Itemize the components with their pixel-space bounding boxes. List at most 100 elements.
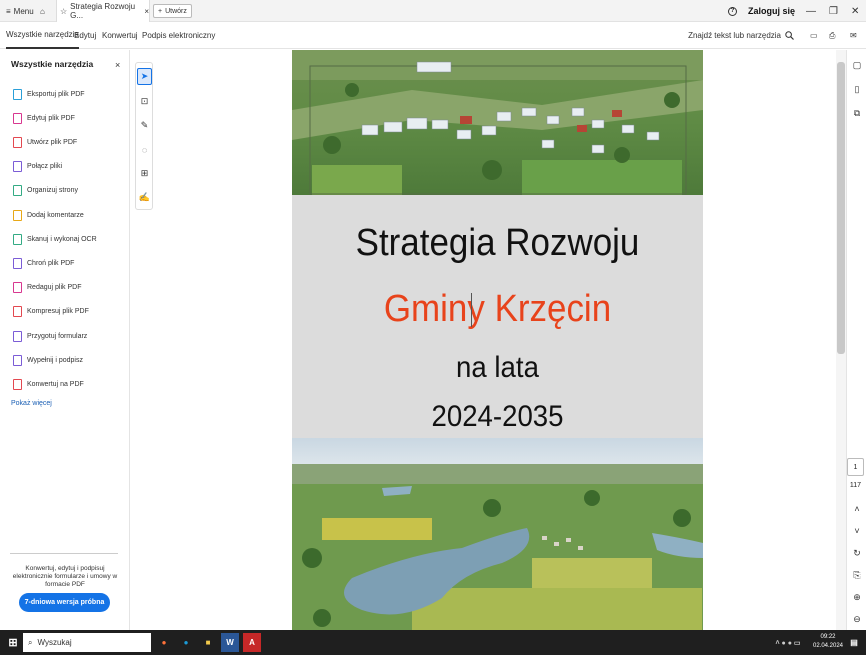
select-cursor-icon[interactable]: ➤ — [137, 68, 152, 85]
trial-button[interactable]: 7-dniowa wersja próbna — [19, 593, 110, 612]
tool-item[interactable]: Dodaj komentarze — [13, 208, 84, 222]
comment-panel-icon[interactable]: ▢ — [850, 58, 864, 72]
search-icon — [785, 31, 794, 40]
firefox-icon[interactable]: ● — [155, 633, 173, 652]
tool-item[interactable]: Wypełnij i podpisz — [13, 353, 83, 367]
fill-sign-icon — [13, 354, 22, 366]
print-icon[interactable]: ⎙ — [829, 22, 835, 49]
find-text-label: Znajdź tekst lub narzędzia — [688, 31, 781, 40]
page-number-input[interactable]: 1 — [847, 458, 864, 476]
restore-button[interactable]: ❐ — [829, 0, 838, 22]
taskbar-search-placeholder: Wyszukaj — [37, 638, 72, 647]
pen-icon[interactable]: ✎ — [137, 117, 152, 134]
menu-label: Menu — [13, 6, 34, 16]
clock[interactable]: 09:22 02.04.2024 — [812, 633, 844, 651]
aerial-village-photo — [292, 50, 703, 195]
document-tab-title: Strategia Rozwoju G... — [70, 2, 136, 20]
tab-all-tools[interactable]: Wszystkie narzędzia — [6, 22, 79, 49]
organize-pages-icon — [13, 185, 22, 197]
quick-tools-rail: ➤ ⊡ ✎ ◌ ⊞ ✍ — [135, 62, 153, 210]
scroll-thumb[interactable] — [837, 62, 845, 354]
zoom-in-icon[interactable]: ⊕ — [850, 590, 864, 604]
tool-item-label: Eksportuj plik PDF — [27, 90, 85, 98]
lasso-icon[interactable]: ◌ — [137, 141, 152, 158]
new-tab-label: Utwórz — [165, 7, 187, 15]
tab-convert[interactable]: Konwertuj — [102, 22, 138, 49]
sign-icon[interactable]: ✍ — [137, 189, 152, 206]
edge-icon[interactable]: ● — [177, 633, 195, 652]
tool-item[interactable]: Połącz pliki — [13, 160, 62, 174]
tool-item[interactable]: Konwertuj na PDF — [13, 377, 84, 391]
tool-item[interactable]: Redaguj plik PDF — [13, 281, 81, 295]
tool-item-label: Edytuj plik PDF — [27, 114, 75, 122]
tab-edit[interactable]: Edytuj — [74, 22, 96, 49]
tool-item[interactable]: Eksportuj plik PDF — [13, 87, 85, 101]
tool-item[interactable]: Chroń plik PDF — [13, 256, 74, 270]
document-years: 2024-2035 — [431, 400, 564, 433]
scan-ocr-icon — [13, 233, 22, 245]
file-explorer-icon[interactable]: ■ — [199, 633, 217, 652]
clock-date: 02.04.2024 — [812, 643, 844, 649]
divider — [10, 553, 118, 554]
menu-button[interactable]: ≡ Menu — [6, 0, 34, 22]
pages-panel-icon[interactable]: ⧉ — [850, 106, 864, 120]
scroll-up-icon[interactable]: ˄ — [850, 502, 864, 516]
page-info-icon[interactable]: ⎘ — [850, 568, 864, 582]
minimize-button[interactable]: — — [806, 0, 816, 22]
tool-item[interactable]: Skanuj i wykonaj OCR — [13, 232, 97, 246]
mail-icon[interactable]: ✉ — [850, 22, 857, 49]
show-more-link[interactable]: Pokaż więcej — [11, 400, 52, 407]
windows-taskbar: ⊞ ⌕ Wyszukaj ● ● ■ W A ˄ ● ● ▭ 09:22 02.… — [0, 630, 866, 655]
search-icon: ⌕ — [28, 637, 33, 647]
home-button[interactable]: ⌂ — [40, 0, 45, 22]
system-tray-icons[interactable]: ˄ ● ● ▭ — [768, 633, 808, 652]
signin-label: Zaloguj się — [748, 6, 796, 16]
acrobat-icon[interactable]: A — [243, 633, 261, 652]
tool-item-label: Chroń plik PDF — [27, 259, 75, 267]
close-tab-icon[interactable]: × — [144, 7, 149, 16]
toolbar: Wszystkie narzędzia Edytuj Konwertuj Pod… — [0, 22, 866, 49]
star-icon: ☆ — [60, 6, 68, 16]
close-panel-icon[interactable]: × — [115, 60, 120, 70]
text-select-icon[interactable]: ⊞ — [137, 165, 152, 182]
tool-item-label: Wypełnij i podpisz — [27, 356, 83, 364]
tool-item[interactable]: Organizuj strony — [13, 184, 78, 198]
signin-button[interactable]: ? Zaloguj się — [728, 0, 795, 22]
text-cursor — [471, 293, 472, 327]
right-rail: ▢ ▯ ⧉ ˄ ˅ ↻ ⎘ ⊕ ⊖ — [846, 50, 866, 630]
tool-item-label: Dodaj komentarze — [27, 211, 84, 219]
tool-item-label: Kompresuj plik PDF — [27, 308, 89, 316]
tool-item-label: Skanuj i wykonaj OCR — [27, 235, 97, 243]
combine-files-icon — [13, 161, 22, 173]
tab-e-signature[interactable]: Podpis elektroniczny — [142, 22, 215, 49]
tool-item[interactable]: Edytuj plik PDF — [13, 111, 75, 125]
help-icon[interactable]: ? — [728, 6, 737, 16]
lake-landscape-photo — [292, 438, 703, 630]
vertical-scrollbar[interactable] — [836, 50, 846, 630]
edit-pdf-icon — [13, 112, 22, 124]
pdf-page[interactable]: Strategia Rozwoju Gminy Krzęcin na lata … — [292, 50, 703, 630]
new-tab-button[interactable]: + Utwórz — [153, 4, 192, 18]
hamburger-icon: ≡ — [6, 6, 11, 16]
panel-title: Wszystkie narzędzia — [11, 59, 94, 69]
bookmark-panel-icon[interactable]: ▯ — [850, 82, 864, 96]
create-pdf-icon — [13, 136, 22, 148]
save-icon[interactable]: ▭ — [810, 22, 818, 49]
notifications-icon[interactable]: ▤ — [845, 633, 863, 652]
taskbar-search[interactable]: ⌕ Wyszukaj — [23, 633, 151, 652]
tool-item[interactable]: Utwórz plik PDF — [13, 135, 77, 149]
plus-icon: + — [158, 7, 163, 15]
close-window-button[interactable]: ✕ — [851, 0, 859, 22]
document-tab[interactable]: ☆ Strategia Rozwoju G... × — [56, 0, 150, 22]
add-comment-icon[interactable]: ⊡ — [137, 93, 152, 110]
rotate-icon[interactable]: ↻ — [850, 546, 864, 560]
zoom-out-icon[interactable]: ⊖ — [850, 612, 864, 626]
find-text-button[interactable]: Znajdź tekst lub narzędzia — [688, 22, 794, 49]
scroll-down-icon[interactable]: ˅ — [850, 524, 864, 538]
tool-item[interactable]: Kompresuj plik PDF — [13, 305, 89, 319]
windows-start-icon[interactable]: ⊞ — [4, 633, 22, 652]
word-icon[interactable]: W — [221, 633, 239, 652]
tool-item[interactable]: Przygotuj formularz — [13, 329, 87, 343]
document-viewer[interactable]: Strategia Rozwoju Gminy Krzęcin na lata … — [131, 50, 836, 630]
prepare-form-icon — [13, 330, 22, 342]
